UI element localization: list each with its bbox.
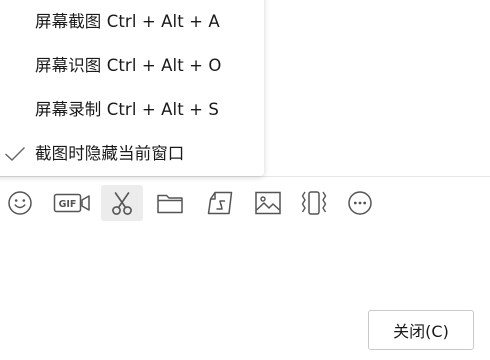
gif-icon-text: GIF bbox=[59, 199, 77, 210]
gif-icon: GIF bbox=[53, 193, 90, 213]
image-button[interactable] bbox=[249, 185, 287, 221]
file-transfer-button[interactable] bbox=[201, 185, 239, 221]
input-divider bbox=[0, 176, 490, 177]
screenshot-button[interactable] bbox=[101, 185, 143, 221]
menu-item-hide-window[interactable]: 截图时隐藏当前窗口 bbox=[0, 132, 264, 176]
menu-item-screen-record[interactable]: 屏幕录制 Ctrl + Alt + S bbox=[0, 88, 264, 132]
menu-item-screen-recognize[interactable]: 屏幕识图 Ctrl + Alt + O bbox=[0, 44, 264, 88]
close-button[interactable]: 关闭(C) bbox=[368, 310, 474, 350]
menu-item-label: 截图时隐藏当前窗口 bbox=[35, 144, 185, 163]
shake-window-icon bbox=[301, 191, 327, 215]
gif-button[interactable]: GIF bbox=[51, 185, 93, 221]
folder-icon bbox=[157, 194, 183, 214]
screenshot-menu: 屏幕截图 Ctrl + Alt + A 屏幕识图 Ctrl + Alt + O … bbox=[0, 0, 264, 176]
menu-item-screen-capture[interactable]: 屏幕截图 Ctrl + Alt + A bbox=[0, 0, 264, 44]
chat-toolbar: GIF bbox=[0, 185, 490, 223]
more-button[interactable] bbox=[341, 185, 379, 221]
menu-item-label: 屏幕录制 Ctrl + Alt + S bbox=[35, 100, 219, 119]
menu-item-label: 屏幕截图 Ctrl + Alt + A bbox=[35, 12, 220, 31]
menu-item-label: 屏幕识图 Ctrl + Alt + O bbox=[35, 56, 222, 75]
folder-button[interactable] bbox=[151, 185, 189, 221]
checkmark-icon bbox=[5, 147, 25, 161]
more-icon bbox=[348, 191, 372, 215]
emoji-button[interactable] bbox=[1, 185, 39, 221]
scissors-icon bbox=[112, 192, 132, 215]
emoji-icon bbox=[8, 191, 32, 215]
image-icon bbox=[255, 191, 281, 215]
file-transfer-icon bbox=[207, 191, 233, 215]
shake-window-button[interactable] bbox=[295, 185, 333, 221]
